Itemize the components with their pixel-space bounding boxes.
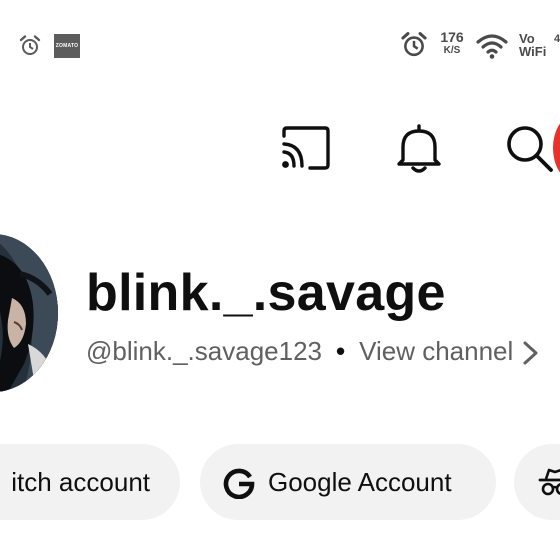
network-speed-unit: K/S: [443, 45, 461, 56]
vowifi-line2: WiFi: [519, 44, 547, 59]
status-cut-digit: 4: [554, 33, 560, 45]
cast-icon[interactable]: [278, 120, 334, 176]
switch-account-button[interactable]: itch account: [0, 444, 180, 520]
status-bar: ZOMATO 176 K/S Vo WiFi 4: [0, 0, 560, 92]
channel-handle: @blink._.savage123: [86, 336, 322, 366]
network-speed: 176 K/S: [436, 30, 468, 56]
alarm-clock-icon: [19, 35, 41, 55]
avatar[interactable]: [0, 234, 58, 392]
search-icon[interactable]: [501, 120, 557, 176]
handle-row: @blink._.savage123 • View channel: [86, 334, 541, 368]
google-account-button[interactable]: Google Account: [200, 444, 496, 520]
avatar-photo: [0, 234, 58, 392]
wifi-icon: [476, 34, 508, 59]
switch-account-label: itch account: [11, 466, 150, 497]
view-channel-link[interactable]: View channel: [359, 336, 513, 366]
separator-dot: •: [336, 336, 346, 366]
chevron-right-icon[interactable]: [521, 338, 541, 368]
channel-name: blink._.savage: [86, 264, 446, 322]
network-speed-value: 176: [440, 29, 464, 45]
incognito-icon: [538, 468, 560, 496]
app-notification-badge: ZOMATO: [54, 34, 80, 58]
google-account-label: Google Account: [268, 466, 452, 497]
account-screen: ZOMATO 176 K/S Vo WiFi 4 blink._.savage …: [0, 0, 560, 560]
alarm-clock-icon: [401, 32, 427, 57]
google-g-icon: [223, 468, 255, 499]
incognito-button[interactable]: [514, 444, 560, 520]
vowifi-indicator: Vo WiFi: [519, 32, 546, 58]
bell-icon[interactable]: [391, 120, 447, 176]
